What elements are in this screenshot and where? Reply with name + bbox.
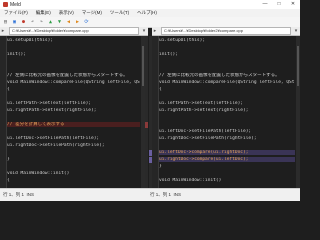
minimize-button[interactable]: — (258, 0, 272, 9)
left-code-line[interactable] (7, 115, 140, 120)
left-code-line[interactable] (7, 164, 140, 169)
right-code-line[interactable]: init(); (159, 52, 295, 57)
left-editor-pane[interactable]: ui.setupUi(this); init(); // 左側に比較元の画像を配置… (0, 36, 141, 188)
right-code-line[interactable]: ui.rightDoc->compare(ui.leftDoc); (159, 157, 295, 162)
right-code-line[interactable] (159, 122, 295, 127)
left-code-line[interactable]: // 差分を計算して表示する (7, 122, 140, 127)
copy-left-icon[interactable]: ◀ (65, 19, 72, 26)
right-folder-icon[interactable]: ▸ (152, 28, 158, 34)
right-code-line[interactable]: ui.leftPath->setText(leftFile); (159, 101, 295, 106)
right-gutter (152, 36, 159, 188)
menu-view[interactable]: 表示(V) (59, 10, 74, 16)
new-icon[interactable]: ▤ (2, 19, 9, 26)
right-path-bar: ▸ C:¥Users¥...¥Desktop¥folder2¥compare.c… (152, 27, 300, 36)
right-cursor-position: 行 1、列 1 INS (150, 192, 182, 197)
menu-tools[interactable]: ツール(T) (110, 10, 129, 16)
right-browse-icon[interactable]: ▾ (293, 28, 299, 34)
copy-right-icon[interactable]: ▶ (74, 19, 81, 26)
left-code-line[interactable]: ui.leftPath->setText(leftFile); (7, 101, 140, 106)
next-change-icon[interactable]: ▼ (56, 19, 63, 26)
diff-marker[interactable] (145, 122, 148, 128)
left-code-line[interactable]: // 左側に比較元の画像を配置した状態からスタートする。 (7, 73, 140, 78)
right-code-line[interactable] (159, 143, 295, 148)
left-path-bar: ▸ C:¥Users¥...¥Desktop¥folder¥compare.cp… (0, 27, 148, 36)
right-code-line[interactable] (159, 45, 295, 50)
left-code-line[interactable] (7, 66, 140, 71)
save-icon[interactable]: ● (20, 19, 27, 26)
right-code-line[interactable] (159, 66, 295, 71)
menu-help[interactable]: ヘルプ(H) (137, 10, 157, 16)
right-code-line[interactable] (159, 94, 295, 99)
open-icon[interactable]: ▣ (11, 19, 18, 26)
left-code-line[interactable] (7, 129, 140, 134)
right-code-line[interactable]: void MainWindow::init() (159, 178, 295, 183)
refresh-icon[interactable]: ⟳ (83, 19, 90, 26)
left-scroll-thumb[interactable] (142, 46, 144, 86)
left-code-line[interactable]: { (7, 178, 140, 183)
menu-merge[interactable]: マージ(M) (82, 10, 102, 16)
left-code-line[interactable]: { (7, 87, 140, 92)
app-icon (3, 2, 8, 7)
right-code-line[interactable]: // 左側に比較元の画像を配置した状態からスタートする。 (159, 73, 295, 78)
left-code-line[interactable]: void MainWindow::init() (7, 171, 140, 176)
left-cursor-position: 行 1、列 1 INS (3, 192, 35, 197)
undo-icon[interactable]: ↶ (29, 19, 36, 26)
status-bar: 行 1、列 1 INS 行 1、列 1 INS (0, 188, 300, 201)
right-editor-pane[interactable]: ui.setupUi(this); init(); // 左側に比較元の画像を配置… (152, 36, 296, 188)
left-folder-icon[interactable]: ▸ (0, 28, 6, 34)
left-code-line[interactable]: ui.rightDoc->setFilePath(rightFile); (7, 143, 140, 148)
left-code-line[interactable] (7, 45, 140, 50)
left-browse-icon[interactable]: ▾ (141, 28, 147, 34)
left-code-line[interactable]: ui.setupUi(this); (7, 38, 140, 43)
menu-edit[interactable]: 編集(E) (36, 10, 51, 16)
right-code-line[interactable]: void MainWindow::compareFile(QString lef… (159, 80, 295, 85)
prev-change-icon[interactable]: ▲ (47, 19, 54, 26)
left-code-line[interactable]: } (7, 157, 140, 162)
title-bar: Meld — □ ✕ (0, 0, 300, 9)
left-code-line[interactable] (7, 59, 140, 64)
right-scrollbar[interactable] (296, 36, 300, 188)
left-code-line[interactable] (7, 150, 140, 155)
right-scroll-thumb[interactable] (297, 46, 299, 86)
left-path-field[interactable]: C:¥Users¥...¥Desktop¥folder¥compare.cpp (9, 27, 139, 35)
maximize-button[interactable]: □ (272, 0, 286, 9)
right-code-line[interactable]: ui.leftDoc->setFilePath(leftFile); (159, 129, 295, 134)
left-code-line[interactable] (7, 94, 140, 99)
diff-overview-left (145, 36, 148, 188)
right-code-line[interactable] (159, 59, 295, 64)
right-code-line[interactable]: } (159, 164, 295, 169)
right-path-field[interactable]: C:¥Users¥...¥Desktop¥folder2¥compare.cpp (161, 27, 291, 35)
right-code-line[interactable]: ui.rightPath->setText(rightFile); (159, 108, 295, 113)
window-title: Meld (10, 1, 21, 8)
right-code-line[interactable]: ui.leftDoc->compare(ui.rightDoc); (159, 150, 295, 155)
right-code-line[interactable]: ui.setupUi(this); (159, 38, 295, 43)
close-button[interactable]: ✕ (286, 0, 300, 9)
left-code-line[interactable]: init(); (7, 52, 140, 57)
right-code-line[interactable] (159, 115, 295, 120)
left-gutter (0, 36, 7, 188)
redo-icon[interactable]: ↷ (38, 19, 45, 26)
left-code-line[interactable]: ui.leftDoc->setFilePath(leftFile); (7, 136, 140, 141)
left-code-line[interactable]: ui.rightPath->setText(rightFile); (7, 108, 140, 113)
left-code-line[interactable]: void MainWindow::compareFile(QString lef… (7, 80, 140, 85)
menu-file[interactable]: ファイル(F) (4, 10, 28, 16)
right-code-line[interactable] (159, 171, 295, 176)
right-code-line[interactable]: ui.rightDoc->setFilePath(rightFile); (159, 136, 295, 141)
right-code-line[interactable]: { (159, 87, 295, 92)
